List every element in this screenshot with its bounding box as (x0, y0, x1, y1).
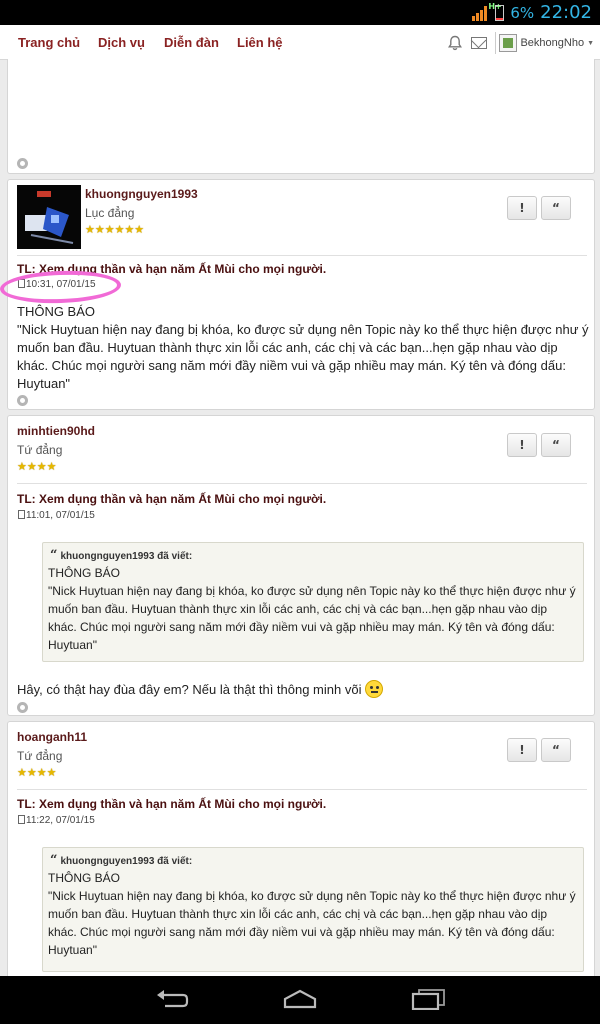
quote-mark-icon: “ (50, 853, 58, 868)
top-nav: Trang chủ Dịch vụ Diễn đàn Liên hệ Bekho… (0, 25, 600, 60)
rank-stars: ★★★★ (17, 767, 57, 779)
quote-line: "Nick Huytuan hiện nay đang bị khóa, ko … (48, 889, 576, 903)
user-rank: Lục đẳng (85, 206, 135, 220)
quote-button[interactable]: “ (541, 196, 571, 220)
battery-percent: 6% (510, 3, 535, 22)
post-body-line: Huytuan" (17, 376, 71, 391)
post-username[interactable]: khuongnguyen1993 (85, 187, 198, 201)
rank-stars: ★★★★ (17, 461, 57, 473)
divider (17, 483, 587, 484)
quote-line: muốn ban đầu. Huytuan thành thực xin lỗi… (48, 602, 548, 616)
signal-icon: H+ (472, 2, 502, 21)
page-icon (18, 510, 25, 519)
post-card: minhtien90hd Tứ đẳng ★★★★ ! “ TL: Xem dụ… (7, 415, 595, 716)
nav-divider (495, 32, 497, 54)
page-icon (18, 815, 25, 824)
divider (17, 255, 587, 256)
quote-header: “khuongnguyen1993 đã viết: (50, 548, 192, 563)
reply-icon[interactable] (17, 395, 28, 406)
report-button[interactable]: ! (507, 738, 537, 762)
quote-header: “khuongnguyen1993 đã viết: (50, 853, 192, 868)
home-icon[interactable] (282, 988, 318, 1010)
post-title[interactable]: TL: Xem dụng thần và hạn năm Ất Mùi cho … (17, 492, 326, 506)
quote-line: "Nick Huytuan hiện nay đang bị khóa, ko … (48, 584, 576, 598)
system-nav-bar (0, 976, 600, 1024)
post-date: 11:22, 07/01/15 (18, 815, 95, 826)
user-menu-name[interactable]: BekhongNho (520, 37, 584, 49)
user-avatar-icon[interactable] (499, 34, 518, 52)
report-button[interactable]: ! (507, 196, 537, 220)
post-body-line: muốn ban đầu. Huytuan thành thực xin lỗi… (17, 340, 558, 355)
quote-line: THÔNG BÁO (48, 871, 121, 885)
nav-home[interactable]: Trang chủ (18, 35, 80, 50)
post-title[interactable]: TL: Xem dụng thần và hạn năm Ất Mùi cho … (17, 797, 326, 811)
quote-button[interactable]: “ (541, 738, 571, 762)
reply-icon[interactable] (17, 702, 28, 713)
post-body: THÔNG BÁO "Nick Huytuan hiện nay đang bị… (17, 303, 589, 393)
user-rank: Tứ đẳng (17, 443, 63, 457)
quote-line: Huytuan" (48, 638, 97, 652)
reply-icon[interactable] (17, 158, 28, 169)
rank-stars: ★★★★★★ (85, 224, 145, 236)
user-rank: Tứ đẳng (17, 749, 63, 763)
nav-services[interactable]: Dịch vụ (98, 35, 145, 50)
nav-forum[interactable]: Diễn đàn (164, 35, 219, 50)
avatar[interactable] (17, 185, 81, 249)
post-card-partial (7, 59, 595, 174)
post-date-text: 11:22, 07/01/15 (26, 815, 95, 826)
quote-line: Huytuan" (48, 943, 97, 957)
quote-button[interactable]: “ (541, 433, 571, 457)
report-button[interactable]: ! (507, 433, 537, 457)
status-bar: H+ 6% 22:02 (0, 0, 600, 25)
smiley-icon (365, 680, 384, 698)
back-icon[interactable] (155, 988, 189, 1010)
post-date: 11:01, 07/01/15 (18, 510, 95, 521)
post-username[interactable]: hoanganh11 (17, 730, 87, 744)
post-body-line: THÔNG BÁO (17, 304, 96, 319)
battery-icon (495, 4, 505, 21)
quote-author: khuongnguyen1993 đã viết: (60, 551, 193, 562)
post-body-line: khác. Chúc mọi người sang năm mới đầy ni… (17, 358, 566, 373)
quote-line: khác. Chúc mọi người sang năm mới đầy ni… (48, 620, 555, 634)
quote-line: khác. Chúc mọi người sang năm mới đầy ni… (48, 925, 555, 939)
recent-apps-icon[interactable] (410, 988, 446, 1010)
post-date-text: 11:01, 07/01/15 (26, 510, 95, 521)
post-card: hoanganh11 Tứ đẳng ★★★★ ! “ TL: Xem dụng… (7, 721, 595, 983)
post-body-line: "Nick Huytuan hiện nay đang bị khóa, ko … (17, 322, 589, 337)
divider (17, 789, 587, 790)
quote-line: THÔNG BÁO (48, 566, 121, 580)
quote-line: muốn ban đầu. Huytuan thành thực xin lỗi… (48, 907, 548, 921)
quote-author: khuongnguyen1993 đã viết: (60, 856, 193, 867)
bell-icon[interactable] (447, 35, 463, 51)
quote-body: THÔNG BÁO "Nick Huytuan hiện nay đang bị… (48, 869, 583, 959)
avatar-image (17, 185, 81, 249)
nav-contact[interactable]: Liên hệ (237, 35, 283, 50)
clock: 22:02 (540, 2, 592, 23)
chevron-down-icon[interactable]: ▼ (587, 40, 594, 47)
quote-block: “khuongnguyen1993 đã viết: THÔNG BÁO "Ni… (42, 542, 584, 662)
quote-body: THÔNG BÁO "Nick Huytuan hiện nay đang bị… (48, 564, 583, 654)
quote-block: “khuongnguyen1993 đã viết: THÔNG BÁO "Ni… (42, 847, 584, 972)
post-username[interactable]: minhtien90hd (17, 424, 95, 438)
post-reply-text: Hây, có thật hay đùa đây em? Nếu là thật… (17, 680, 587, 698)
reply-text: Hây, có thật hay đùa đây em? Nếu là thật… (17, 682, 362, 697)
mail-icon[interactable] (471, 37, 488, 49)
quote-mark-icon: “ (50, 548, 58, 563)
